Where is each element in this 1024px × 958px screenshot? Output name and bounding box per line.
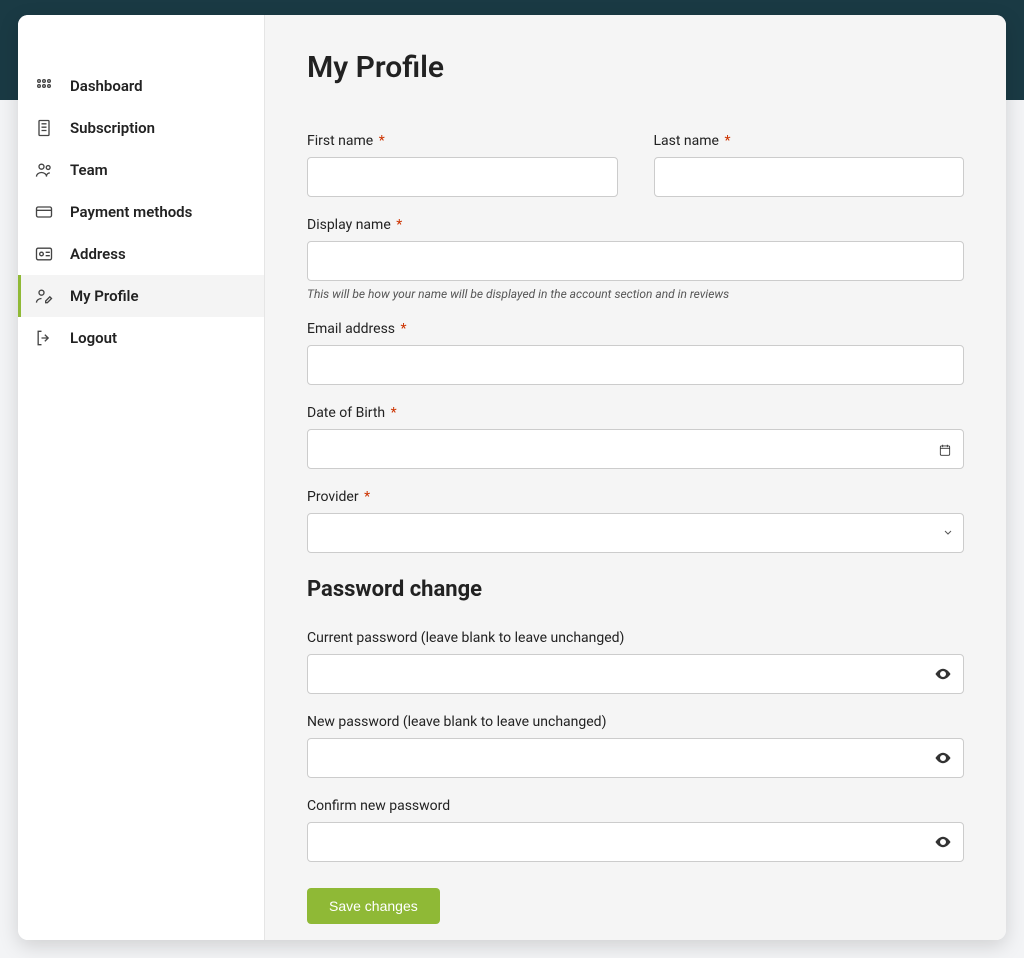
main-content: My Profile First name * Last name * Disp…: [265, 15, 1006, 940]
email-input[interactable]: [307, 345, 964, 385]
save-button[interactable]: Save changes: [307, 888, 440, 924]
sidebar-item-label: Address: [70, 245, 126, 263]
sidebar-item-logout[interactable]: Logout: [18, 317, 264, 359]
sidebar-item-label: Team: [70, 161, 108, 179]
sidebar-item-label: Dashboard: [70, 77, 143, 95]
dashboard-icon: [34, 76, 54, 96]
toggle-password-visibility-button[interactable]: [932, 747, 954, 769]
provider-select[interactable]: [307, 513, 964, 553]
first-name-field-group: First name *: [307, 133, 618, 197]
sidebar-item-label: Logout: [70, 329, 117, 347]
sidebar-item-label: Payment methods: [70, 203, 192, 221]
toggle-password-visibility-button[interactable]: [932, 663, 954, 685]
sidebar: Dashboard Subscription Team Payment meth…: [18, 15, 265, 940]
last-name-input[interactable]: [654, 157, 965, 197]
provider-label: Provider *: [307, 489, 964, 505]
confirm-password-input[interactable]: [307, 822, 964, 862]
email-label: Email address *: [307, 321, 964, 337]
current-password-field-group: Current password (leave blank to leave u…: [307, 630, 964, 694]
sidebar-item-payment[interactable]: Payment methods: [18, 191, 264, 233]
new-password-label: New password (leave blank to leave uncha…: [307, 714, 964, 730]
team-icon: [34, 160, 54, 180]
eye-icon: [934, 749, 952, 767]
display-name-hint: This will be how your name will be displ…: [307, 287, 964, 301]
eye-icon: [934, 665, 952, 683]
required-marker: *: [379, 133, 385, 149]
sidebar-item-team[interactable]: Team: [18, 149, 264, 191]
toggle-password-visibility-button[interactable]: [932, 831, 954, 853]
address-icon: [34, 244, 54, 264]
dob-field-group: Date of Birth *: [307, 405, 964, 469]
account-panel: Dashboard Subscription Team Payment meth…: [18, 15, 1006, 940]
required-marker: *: [724, 133, 730, 149]
sidebar-item-my-profile[interactable]: My Profile: [18, 275, 264, 317]
sidebar-item-label: My Profile: [70, 287, 139, 305]
sidebar-item-address[interactable]: Address: [18, 233, 264, 275]
page-title: My Profile: [307, 50, 964, 85]
sidebar-item-dashboard[interactable]: Dashboard: [18, 65, 264, 107]
display-name-field-group: Display name * This will be how your nam…: [307, 217, 964, 301]
confirm-password-field-group: Confirm new password: [307, 798, 964, 862]
first-name-input[interactable]: [307, 157, 618, 197]
required-marker: *: [401, 321, 407, 337]
provider-field-group: Provider *: [307, 489, 964, 553]
last-name-field-group: Last name *: [654, 133, 965, 197]
password-section-title: Password change: [307, 577, 964, 602]
sidebar-item-subscription[interactable]: Subscription: [18, 107, 264, 149]
new-password-input[interactable]: [307, 738, 964, 778]
last-name-label: Last name *: [654, 133, 965, 149]
required-marker: *: [364, 489, 370, 505]
sidebar-item-label: Subscription: [70, 119, 155, 137]
dob-input[interactable]: [307, 429, 964, 469]
display-name-label: Display name *: [307, 217, 964, 233]
email-field-group: Email address *: [307, 321, 964, 385]
logout-icon: [34, 328, 54, 348]
first-name-label: First name *: [307, 133, 618, 149]
current-password-input[interactable]: [307, 654, 964, 694]
current-password-label: Current password (leave blank to leave u…: [307, 630, 964, 646]
confirm-password-label: Confirm new password: [307, 798, 964, 814]
required-marker: *: [391, 405, 397, 421]
new-password-field-group: New password (leave blank to leave uncha…: [307, 714, 964, 778]
profile-edit-icon: [34, 286, 54, 306]
display-name-input[interactable]: [307, 241, 964, 281]
dob-label: Date of Birth *: [307, 405, 964, 421]
subscription-icon: [34, 118, 54, 138]
required-marker: *: [396, 217, 402, 233]
credit-card-icon: [34, 202, 54, 222]
eye-icon: [934, 833, 952, 851]
